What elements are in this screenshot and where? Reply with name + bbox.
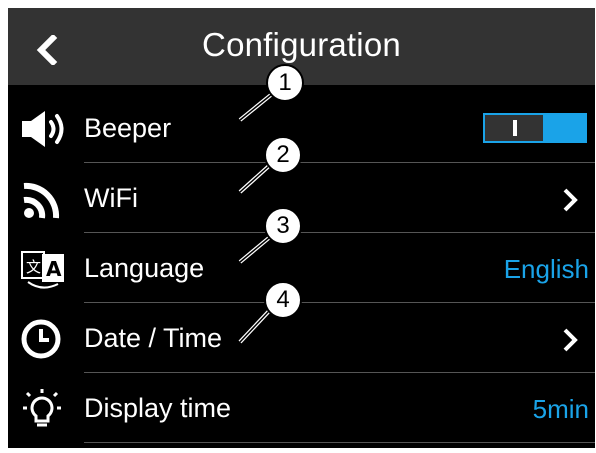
- page-title: Configuration: [202, 26, 401, 63]
- callout-3: 3: [264, 207, 302, 245]
- lightbulb-icon: [23, 389, 61, 427]
- settings-row-date-time[interactable]: Date / Time: [8, 303, 595, 373]
- beeper-label: Beeper: [84, 113, 172, 143]
- language-icon: 文 A: [21, 251, 64, 289]
- toggle-on-indicator: [513, 120, 517, 136]
- language-label: Language: [84, 253, 205, 283]
- display-time-value[interactable]: 5min: [533, 394, 589, 425]
- settings-row-display-time[interactable]: Display time 5min: [8, 373, 595, 443]
- callout-4: 4: [264, 281, 302, 319]
- wifi-icon: [23, 182, 60, 219]
- clock-icon: [21, 319, 61, 359]
- speaker-icon: [22, 111, 64, 147]
- beeper-toggle[interactable]: [483, 113, 587, 143]
- chevron-right-icon[interactable]: [562, 328, 578, 352]
- callout-1: 1: [266, 64, 304, 102]
- wifi-label: WiFi: [84, 183, 138, 213]
- chevron-right-icon[interactable]: [562, 188, 578, 212]
- svg-text:文: 文: [26, 258, 41, 276]
- divider: [84, 442, 595, 443]
- display-time-label: Display time: [84, 393, 232, 423]
- date-time-label: Date / Time: [84, 323, 223, 353]
- svg-text:A: A: [46, 257, 62, 281]
- language-value[interactable]: English: [504, 254, 589, 285]
- callout-2: 2: [264, 136, 302, 174]
- settings-row-language[interactable]: 文 A Language English: [8, 233, 595, 303]
